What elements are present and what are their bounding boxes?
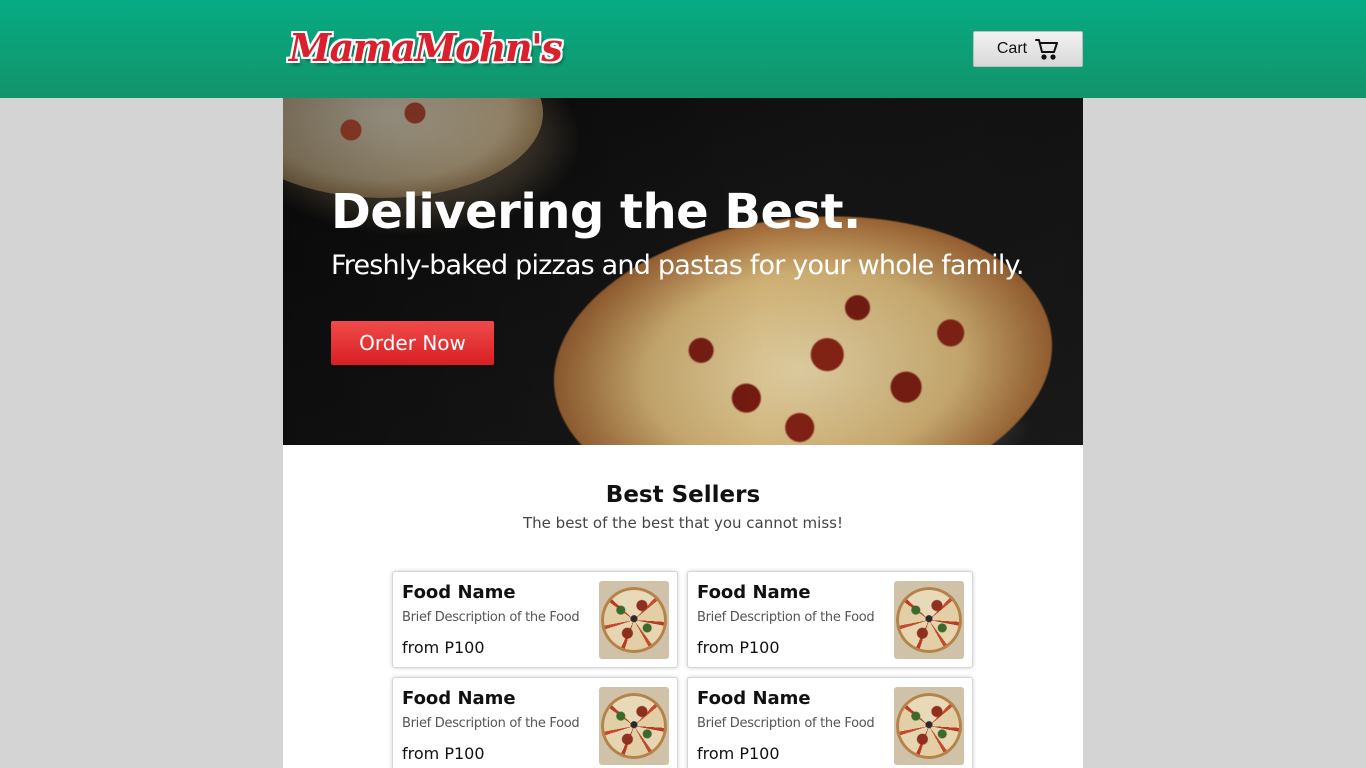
food-name: Food Name <box>697 582 811 603</box>
brand-logo[interactable]: MamaMohn's <box>289 24 563 72</box>
food-price: from P100 <box>402 744 485 763</box>
cart-button[interactable]: Cart <box>973 31 1083 67</box>
food-name: Food Name <box>402 688 516 709</box>
cart-button-label: Cart <box>996 40 1028 57</box>
food-image <box>894 581 964 659</box>
food-name: Food Name <box>402 582 516 603</box>
food-description: Brief Description of the Food <box>402 716 580 731</box>
hero-title: Delivering the Best. <box>331 184 861 240</box>
food-image <box>599 581 669 659</box>
best-sellers-subtitle: The best of the best that you cannot mis… <box>523 514 843 532</box>
food-description: Brief Description of the Food <box>697 716 875 731</box>
food-price: from P100 <box>697 744 780 763</box>
site-header: MamaMohn's Cart <box>0 0 1366 98</box>
food-price: from P100 <box>402 638 485 657</box>
order-now-button[interactable]: Order Now <box>331 321 494 365</box>
food-name: Food Name <box>697 688 811 709</box>
food-card[interactable]: Food Name Brief Description of the Food … <box>392 677 678 768</box>
food-image <box>599 687 669 765</box>
food-card[interactable]: Food Name Brief Description of the Food … <box>687 571 973 668</box>
food-price: from P100 <box>697 638 780 657</box>
hero-banner: Delivering the Best. Freshly-baked pizza… <box>283 98 1083 445</box>
hero-subtitle: Freshly-baked pizzas and pastas for your… <box>331 250 1024 281</box>
best-sellers-title: Best Sellers <box>605 482 761 508</box>
food-description: Brief Description of the Food <box>402 610 580 625</box>
food-description: Brief Description of the Food <box>697 610 875 625</box>
best-sellers-section: Best Sellers The best of the best that y… <box>283 445 1083 768</box>
food-card[interactable]: Food Name Brief Description of the Food … <box>687 677 973 768</box>
cart-icon <box>1035 38 1059 60</box>
food-image <box>894 687 964 765</box>
food-card[interactable]: Food Name Brief Description of the Food … <box>392 571 678 668</box>
